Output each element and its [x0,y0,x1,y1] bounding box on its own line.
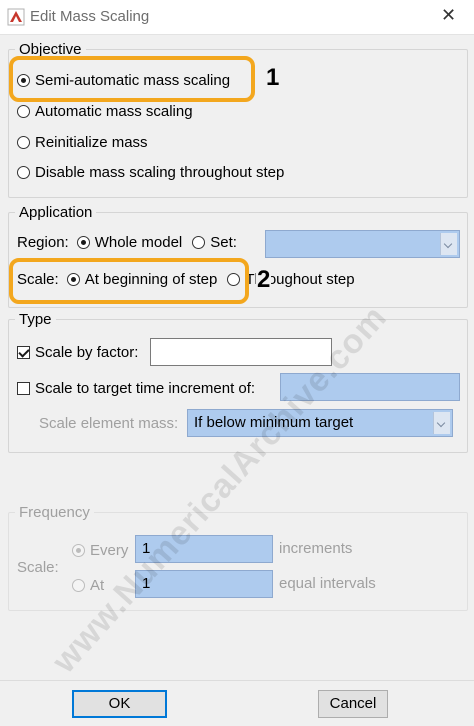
whole-model-label: Whole model [94,234,183,251]
scale-element-mass-label: Scale element mass: [39,415,179,432]
scale-to-target-label: Scale to target time increment of: [35,380,256,397]
ok-button[interactable]: OK [72,690,167,718]
frequency-legend: Frequency [19,504,90,521]
scale-factor-input[interactable] [150,338,332,366]
scale-element-mass-value: If below minimum target [194,414,354,431]
radio-label: Disable mass scaling throughout step [35,164,285,181]
radio-icon[interactable] [72,544,85,557]
equal-intervals-label: equal intervals [279,575,376,592]
radio-disable[interactable]: Disable mass scaling throughout step [17,164,284,181]
every-label: Every [90,542,129,559]
region-row: Region: Whole model Set: [17,234,237,251]
scale-by-factor-row[interactable]: Scale by factor: [17,344,138,361]
frequency-scale-label: Scale: [17,559,59,576]
scale-by-factor-label: Scale by factor: [35,344,139,361]
radio-every[interactable]: Every [72,542,128,559]
target-time-increment-input[interactable] [280,373,460,401]
radio-whole-model[interactable] [76,236,90,249]
radio-icon[interactable] [17,166,30,179]
cancel-button[interactable]: Cancel [318,690,388,718]
scale-to-target-row[interactable]: Scale to target time increment of: [17,380,255,397]
radio-icon[interactable] [17,136,30,149]
type-legend: Type [19,311,52,328]
close-icon[interactable]: ✕ [441,5,456,26]
chevron-down-icon[interactable] [433,412,450,434]
callout-box-1 [9,56,255,102]
application-legend: Application [19,204,93,221]
scale-element-mass-select[interactable]: If below minimum target [187,409,453,437]
abaqus-app-icon [7,8,25,26]
callout-number-1: 1 [266,64,280,91]
radio-label: Reinitialize mass [35,134,148,151]
scale-element-mass-row: Scale element mass: [39,415,178,432]
set-select[interactable] [265,230,460,258]
radio-at[interactable]: At [72,577,104,594]
radio-label: Automatic mass scaling [35,103,193,120]
region-label: Region: [17,234,69,251]
increments-label: increments [279,540,353,557]
title-bar: Edit Mass Scaling ✕ [0,0,474,35]
scale-by-factor-checkbox[interactable] [17,346,30,359]
callout-box-2 [9,258,249,304]
scale-to-target-checkbox[interactable] [17,382,30,395]
at-label: At [90,577,105,594]
radio-icon[interactable] [72,579,85,592]
radio-reinitialize[interactable]: Reinitialize mass [17,134,148,151]
equal-intervals-input[interactable]: 1 [135,570,273,598]
every-increments-input[interactable]: 1 [135,535,273,563]
callout-number-2: 2 [256,266,272,294]
radio-set[interactable] [192,236,206,249]
chevron-down-icon[interactable] [440,233,457,255]
window-title: Edit Mass Scaling [30,8,150,25]
radio-icon[interactable] [17,105,30,118]
set-label: Set: [210,234,237,251]
radio-automatic[interactable]: Automatic mass scaling [17,103,193,120]
